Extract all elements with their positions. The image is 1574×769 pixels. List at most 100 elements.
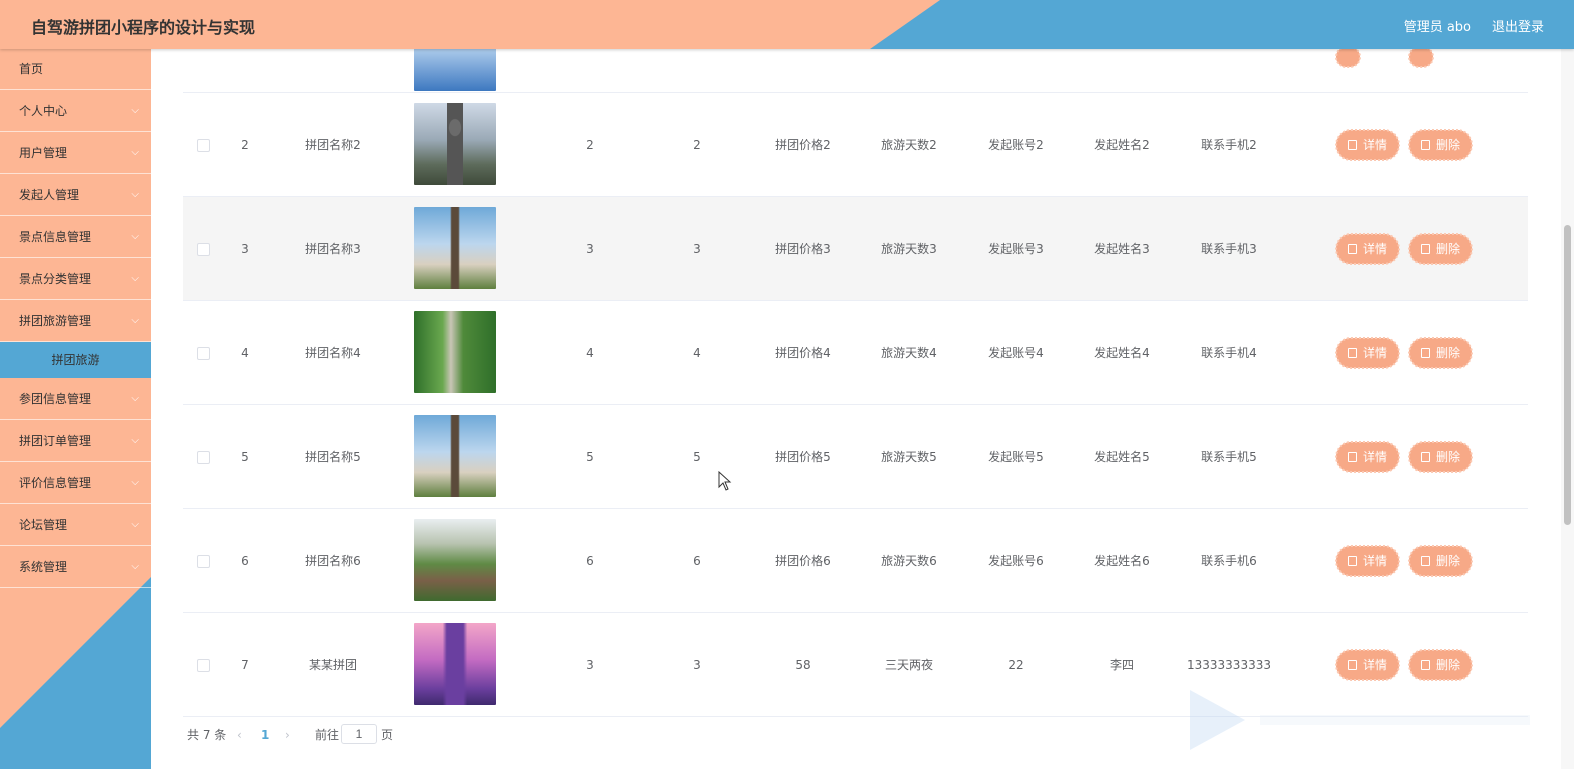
sidebar-item-label: 参团信息管理 <box>19 392 92 406</box>
pagination-total: 共 7 条 <box>187 728 227 742</box>
chevron-down-icon: ⌵ <box>131 273 139 284</box>
delete-button[interactable]: 删除 <box>1407 545 1474 577</box>
table-row: 4 拼团名称4 4 4 拼团价格4 旅游天数4 发起账号4 发起姓名4 联系手机4 详情 删除 <box>183 301 1528 405</box>
cell-c2: 2 <box>693 138 701 152</box>
cell-price: 拼团价格6 <box>775 554 831 568</box>
row-checkbox[interactable] <box>197 347 210 360</box>
sidebar-item-label: 系统管理 <box>19 560 68 574</box>
cell-account: 发起账号4 <box>988 346 1044 360</box>
sidebar-item-label: 景点分类管理 <box>19 272 92 286</box>
trash-icon <box>1421 556 1430 566</box>
delete-button[interactable]: 删除 <box>1407 649 1474 681</box>
sidebar-item[interactable]: 发起人管理 ⌵ <box>0 174 151 216</box>
chevron-down-icon: ⌵ <box>131 393 139 404</box>
prev-page-icon[interactable]: ‹ <box>237 725 242 745</box>
vertical-scrollbar[interactable] <box>1561 49 1574 769</box>
sidebar-item-label: 景点信息管理 <box>19 230 92 244</box>
thumbnail-image <box>414 623 496 705</box>
chevron-down-icon: ⌵ <box>131 147 139 158</box>
row-checkbox[interactable] <box>197 243 210 256</box>
row-checkbox[interactable] <box>197 451 210 464</box>
cell-price: 拼团价格3 <box>775 242 831 256</box>
cell-c1: 2 <box>586 138 594 152</box>
chevron-down-icon: ⌵ <box>131 435 139 446</box>
delete-button[interactable]: 删除 <box>1407 441 1474 473</box>
chevron-down-icon: ⌵ <box>131 231 139 242</box>
sidebar-item-label: 评价信息管理 <box>19 476 92 490</box>
detail-button[interactable]: 详情 <box>1334 337 1401 369</box>
cell-person: 发起姓名3 <box>1094 242 1150 256</box>
row-checkbox[interactable] <box>197 555 210 568</box>
detail-button-label: 详情 <box>1363 658 1388 672</box>
logout-link[interactable]: 退出登录 <box>1492 16 1544 35</box>
thumbnail-image <box>414 49 496 91</box>
document-icon <box>1348 452 1357 462</box>
detail-button-label: 详情 <box>1363 450 1388 464</box>
sidebar-item[interactable]: 评价信息管理 ⌵ <box>0 462 151 504</box>
thumbnail-image <box>414 103 496 185</box>
cell-name: 拼团名称6 <box>305 554 361 568</box>
detail-button[interactable] <box>1335 49 1361 68</box>
table-row: 3 拼团名称3 3 3 拼团价格3 旅游天数3 发起账号3 发起姓名3 联系手机3 详情 删除 <box>183 197 1528 301</box>
sidebar-item[interactable]: 景点信息管理 ⌵ <box>0 216 151 258</box>
cell-name: 拼团名称5 <box>305 450 361 464</box>
cell-account: 22 <box>1008 658 1024 672</box>
sidebar-item[interactable]: 系统管理 ⌵ <box>0 546 151 588</box>
sidebar: 首页 个人中心 ⌵ 用户管理 ⌵ 发起人管理 ⌵ 景点信息管理 ⌵ 景点分类管理 ⌵ 拼团旅游管理 ⌵ 拼… <box>0 49 151 769</box>
sidebar-item[interactable]: 个人中心 ⌵ <box>0 90 151 132</box>
thumbnail-image <box>414 415 496 497</box>
delete-button-label: 删除 <box>1436 242 1461 256</box>
cell-name: 某某拼团 <box>308 658 357 672</box>
delete-button[interactable]: 删除 <box>1407 337 1474 369</box>
sidebar-item[interactable]: 首页 <box>0 49 151 90</box>
row-checkbox[interactable] <box>197 139 210 152</box>
document-icon <box>1348 348 1357 358</box>
sidebar-subitem-active[interactable]: 拼团旅游 <box>0 342 151 378</box>
cell-idx: 7 <box>241 658 249 672</box>
table-row: 2 拼团名称2 2 2 拼团价格2 旅游天数2 发起账号2 发起姓名2 联系手机2 详情 删除 <box>183 93 1528 197</box>
sidebar-item[interactable]: 用户管理 ⌵ <box>0 132 151 174</box>
cell-idx: 5 <box>241 450 249 464</box>
page-number-current[interactable]: 1 <box>261 725 269 745</box>
table-row: 5 拼团名称5 5 5 拼团价格5 旅游天数5 发起账号5 发起姓名5 联系手机5 详情 删除 <box>183 405 1528 509</box>
document-icon <box>1348 556 1357 566</box>
sidebar-item[interactable]: 拼团订单管理 ⌵ <box>0 420 151 462</box>
table-row-partial <box>183 49 1528 93</box>
sidebar-item-label: 拼团旅游管理 <box>19 314 92 328</box>
delete-button-label: 删除 <box>1436 658 1461 672</box>
delete-button[interactable]: 删除 <box>1407 129 1474 161</box>
cell-c2: 6 <box>693 554 701 568</box>
cell-person: 发起姓名4 <box>1094 346 1150 360</box>
sidebar-item[interactable]: 拼团旅游管理 ⌵ <box>0 300 151 342</box>
sidebar-item[interactable]: 景点分类管理 ⌵ <box>0 258 151 300</box>
detail-button[interactable]: 详情 <box>1334 441 1401 473</box>
cell-account: 发起账号5 <box>988 450 1044 464</box>
scrollbar-thumb[interactable] <box>1564 225 1571 525</box>
cell-c2: 4 <box>693 346 701 360</box>
document-icon <box>1348 140 1357 150</box>
delete-button[interactable]: 删除 <box>1407 233 1474 265</box>
chevron-down-icon: ⌵ <box>131 105 139 116</box>
detail-button[interactable]: 详情 <box>1334 233 1401 265</box>
cell-phone: 联系手机5 <box>1201 450 1257 464</box>
table-row: 7 某某拼团 3 3 58 三天两夜 22 李四 13333333333 详情 删除 <box>183 613 1528 717</box>
detail-button[interactable]: 详情 <box>1334 649 1401 681</box>
delete-button[interactable] <box>1408 49 1434 68</box>
cell-c1: 6 <box>586 554 594 568</box>
cell-account: 发起账号2 <box>988 138 1044 152</box>
cell-person: 李四 <box>1109 658 1134 672</box>
page-jump-input[interactable] <box>341 724 377 744</box>
trash-icon <box>1421 660 1430 670</box>
thumbnail-image <box>414 311 496 393</box>
detail-button[interactable]: 详情 <box>1334 545 1401 577</box>
sidebar-item-label: 论坛管理 <box>19 518 68 532</box>
sidebar-item[interactable]: 参团信息管理 ⌵ <box>0 378 151 420</box>
next-page-icon[interactable]: › <box>285 725 290 745</box>
sidebar-item[interactable]: 论坛管理 ⌵ <box>0 504 151 546</box>
row-checkbox[interactable] <box>197 659 210 672</box>
detail-button[interactable]: 详情 <box>1334 129 1401 161</box>
trash-icon <box>1421 244 1430 254</box>
cell-person: 发起姓名6 <box>1094 554 1150 568</box>
cell-days: 旅游天数2 <box>881 138 937 152</box>
sidebar-item-label: 用户管理 <box>19 146 68 160</box>
